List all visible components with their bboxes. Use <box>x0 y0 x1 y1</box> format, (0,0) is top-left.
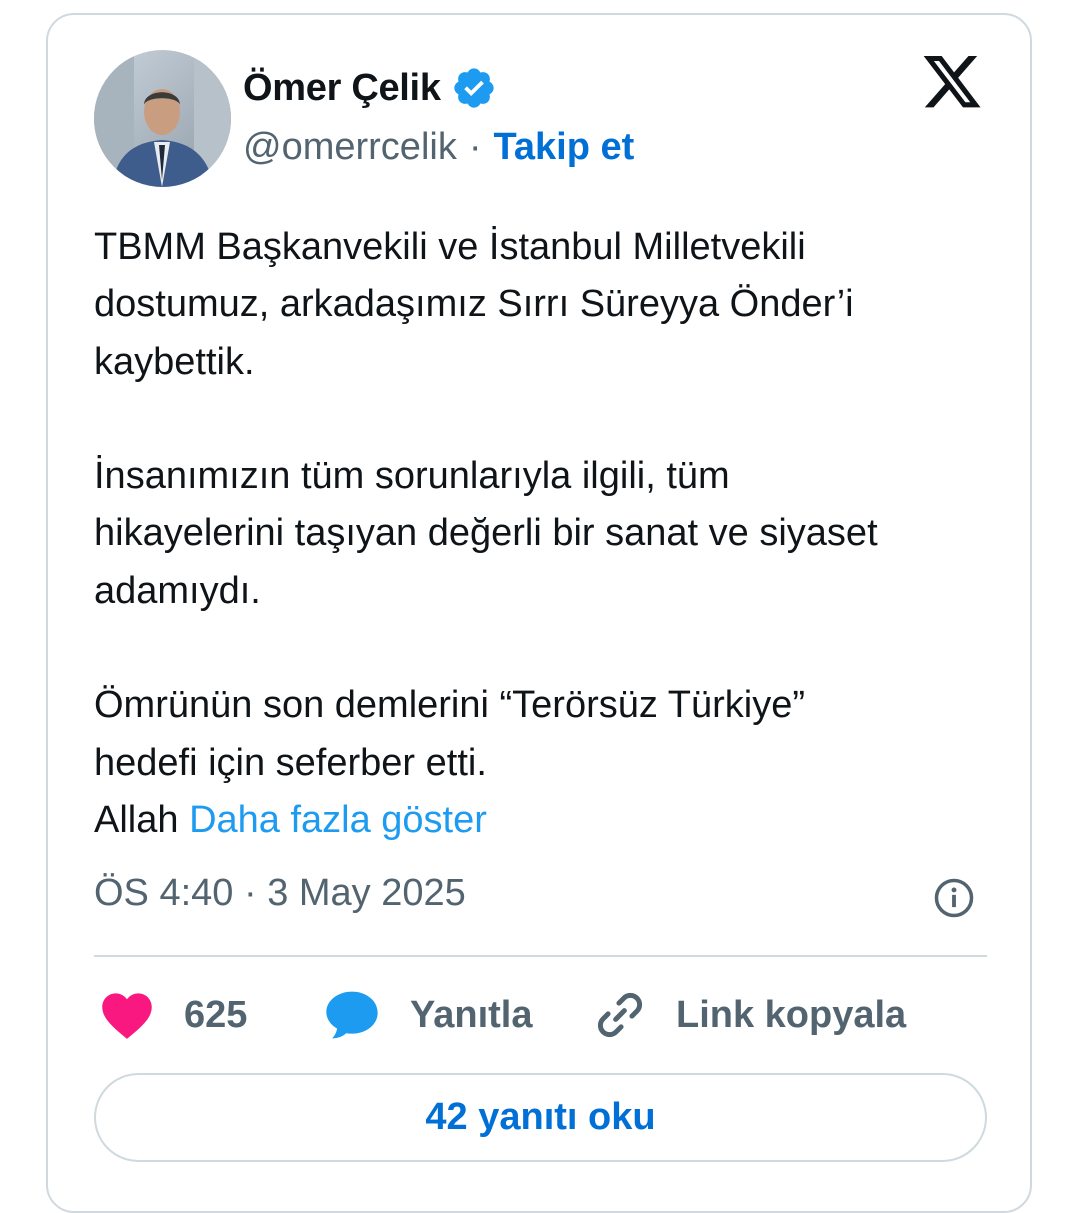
author-handle[interactable]: @omerrcelik <box>243 126 457 169</box>
show-more-link[interactable]: Daha fazla göster <box>189 799 487 841</box>
like-button[interactable]: 625 <box>100 985 247 1045</box>
author-name[interactable]: Ömer Çelik <box>243 67 441 110</box>
verified-badge-icon <box>454 68 494 108</box>
tweet-line: adamıydı. <box>94 569 261 612</box>
divider <box>94 955 987 957</box>
reply-label: Yanıtla <box>410 993 533 1036</box>
avatar[interactable] <box>94 50 231 187</box>
heart-icon <box>102 993 152 1039</box>
action-bar: 625 Yanıtla Link kopyala <box>94 985 987 1045</box>
separator-dot: · <box>468 125 482 168</box>
follow-button[interactable]: Takip et <box>493 126 634 169</box>
copy-link-label: Link kopyala <box>676 993 907 1036</box>
read-replies-button[interactable]: 42 yanıtı oku <box>94 1073 987 1162</box>
tweet-line: İnsanımızın tüm sorunlarıyla ilgili, tüm <box>94 455 730 498</box>
reply-button[interactable]: Yanıtla <box>324 985 533 1045</box>
x-logo-icon[interactable] <box>920 56 984 114</box>
speech-bubble-icon <box>326 991 378 1039</box>
tweet-line: dostumuz, arkadaşımız Sırrı Süreyya Önde… <box>94 283 854 326</box>
like-count: 625 <box>184 993 248 1036</box>
tweet-last-line: Allah Daha fazla göster <box>94 792 984 849</box>
read-replies-label: 42 yanıtı oku <box>425 1096 656 1138</box>
tweet-line: hikayelerini taşıyan değerli bir sanat v… <box>94 512 878 555</box>
info-icon[interactable] <box>933 877 975 919</box>
author-name-row: Ömer Çelik <box>243 62 497 114</box>
tweet-last-line-prefix: Allah <box>94 798 179 841</box>
tweet-line: hedefi için seferber etti. <box>94 741 487 784</box>
tweet-line: kaybettik. <box>94 340 255 383</box>
tweet-text: TBMM Başkanvekili ve İstanbul Milletveki… <box>94 219 984 849</box>
tweet-line: TBMM Başkanvekili ve İstanbul Milletveki… <box>94 226 806 268</box>
tweet-line: Ömrünün son demlerini “Terörsüz Türkiye” <box>94 684 805 727</box>
author-handle-row: @omerrcelik · Takip et <box>243 122 634 172</box>
copy-link-button[interactable]: Link kopyala <box>594 985 906 1045</box>
link-icon <box>597 992 643 1038</box>
tweet-timestamp[interactable]: ÖS 4:40 · 3 May 2025 <box>94 872 466 915</box>
